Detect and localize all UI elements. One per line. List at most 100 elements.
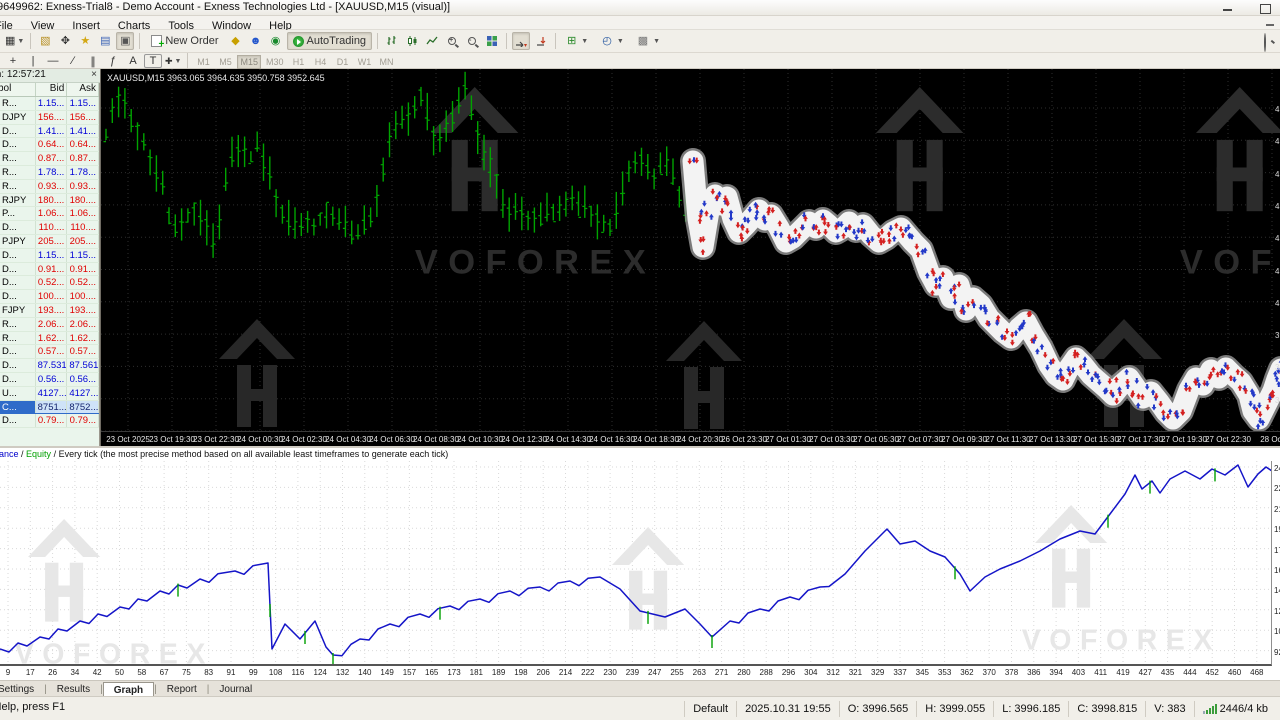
market-watch-row[interactable]: R...1.15...1.15... [0, 97, 99, 111]
periods-button[interactable]: ◴▼ [596, 32, 630, 50]
time-axis-label: 27 Oct 01:30 [765, 435, 811, 444]
fibonacci-button[interactable]: ƒ [104, 54, 122, 68]
timeframe-h1[interactable]: H1 [289, 55, 309, 69]
market-watch-row[interactable]: R...0.87...0.87... [0, 152, 99, 166]
auto-scroll-button[interactable] [512, 32, 530, 50]
market-watch-button[interactable]: ▤ [96, 32, 114, 50]
price-chart-window[interactable]: XAUUSD,M15 3963.065 3964.635 3950.758 39… [100, 69, 1280, 446]
balance-x-label: 9 [6, 668, 10, 677]
tester-tab-report[interactable]: Report [157, 682, 207, 697]
market-watch-row[interactable]: RJPY180....180.... [0, 194, 99, 208]
bar-chart-button[interactable] [383, 32, 401, 50]
vertical-line-button[interactable]: | [24, 54, 42, 68]
time-axis-label: 26 Oct 23:30 [721, 435, 767, 444]
channel-button[interactable]: ∥ [84, 54, 102, 68]
market-watch-row[interactable]: D...1.15...1.15... [0, 249, 99, 263]
price-axis-label: 39 [1275, 363, 1280, 372]
bid-cell: 4127.... [36, 387, 68, 400]
market-watch-row[interactable]: D...0.91...0.91... [0, 263, 99, 277]
candlestick-button[interactable] [403, 32, 421, 50]
balance-x-label: 304 [804, 668, 817, 677]
market-watch-row[interactable]: D...0.64...0.64... [0, 138, 99, 152]
timeframe-m5[interactable]: M5 [215, 55, 235, 69]
profiles-button[interactable]: ▧ [36, 32, 54, 50]
line-chart-button[interactable] [423, 32, 441, 50]
market-watch-row[interactable]: D...0.57...0.57... [0, 345, 99, 359]
price-chart-canvas[interactable]: VOFOREXVOFOREXVOFOREX [101, 69, 1280, 431]
indicators-button[interactable]: ⊞▼ [561, 32, 594, 50]
favorites-button[interactable]: ★ [76, 32, 94, 50]
ask-cell: 1.15... [67, 97, 99, 110]
crosshair-tool-button[interactable]: + [4, 54, 22, 68]
balance-x-label: 468 [1250, 668, 1263, 677]
market-watch-row[interactable]: FJPY193....193.... [0, 304, 99, 318]
timeframe-d1[interactable]: D1 [333, 55, 353, 69]
market-watch-row[interactable]: R...2.06...2.06... [0, 318, 99, 332]
status-bar: For Help, press F1 Default2025.10.31 19:… [0, 696, 1280, 720]
market-watch-row[interactable]: R...1.62...1.62... [0, 332, 99, 346]
zoom-out-button[interactable]: - [463, 32, 481, 50]
minimize-button[interactable] [1212, 2, 1242, 14]
market-watch-row[interactable]: D...110....110.... [0, 221, 99, 235]
search-icon[interactable] [1264, 34, 1266, 52]
timeframe-mn[interactable]: MN [377, 55, 397, 69]
timeframe-m30[interactable]: M30 [263, 55, 287, 69]
timeframe-m15[interactable]: M15 [237, 55, 261, 69]
market-watch-row[interactable]: D...0.52...0.52... [0, 276, 99, 290]
text-button[interactable]: A [124, 54, 142, 68]
market-watch-row[interactable]: DJPY156....156.... [0, 111, 99, 125]
close-icon[interactable]: × [91, 69, 97, 80]
column-symbol[interactable]: Symbol [0, 83, 36, 96]
market-watch-row[interactable]: D...100....100.... [0, 290, 99, 304]
text-label-button[interactable]: T [144, 54, 162, 68]
chart-shift-button[interactable] [532, 32, 550, 50]
data-window-button[interactable]: ▣ [116, 32, 134, 50]
templates-button[interactable]: ▩▼ [632, 32, 666, 50]
balance-x-label: 34 [70, 668, 79, 677]
autotrading-button[interactable]: AutoTrading [287, 32, 373, 50]
market-watch-row[interactable]: C...8751...8752... [0, 401, 99, 415]
timeframe-h4[interactable]: H4 [311, 55, 331, 69]
price-chart-plot[interactable]: XAUUSD,M15 3963.065 3964.635 3950.758 39… [101, 69, 1280, 431]
column-bid[interactable]: Bid [36, 83, 68, 96]
mdi-minimize-icon[interactable] [1266, 21, 1276, 27]
time-axis[interactable]: 23 Oct 202523 Oct 19:3023 Oct 22:3024 Oc… [101, 431, 1280, 446]
horizontal-line-button[interactable]: — [44, 54, 62, 68]
column-ask[interactable]: Ask [67, 83, 99, 96]
market-watch-row[interactable]: P...1.06...1.06... [0, 207, 99, 221]
expert-advisors-button[interactable]: ◆ [227, 32, 245, 50]
balance-graph-plot[interactable]: VOFOREXVOFOREX [0, 461, 1272, 666]
market-watch-row[interactable]: R...1.78...1.78... [0, 166, 99, 180]
legend-separator: / [19, 449, 27, 459]
tester-tab-graph[interactable]: Graph [103, 682, 154, 697]
community-button[interactable]: ☻ [247, 32, 265, 50]
bid-cell: 193.... [36, 304, 68, 317]
new-chart-button[interactable]: ▦▼ [4, 32, 25, 50]
tester-tab-journal[interactable]: Journal [209, 682, 262, 697]
market-watch-row[interactable]: D...87.53187.561 [0, 359, 99, 373]
balance-graph-canvas[interactable]: VOFOREXVOFOREX [0, 461, 1272, 666]
price-axis-label: 4 [1275, 267, 1279, 276]
crosshair-move-button[interactable]: ✥ [56, 32, 74, 50]
market-watch-row[interactable]: PJPY205....205.... [0, 235, 99, 249]
timeframe-m1[interactable]: M1 [193, 55, 213, 69]
market-watch-row[interactable]: D...0.56...0.56... [0, 373, 99, 387]
legend-equity: Equity [26, 449, 51, 459]
market-watch-row[interactable]: D...0.79...0.79... [0, 414, 99, 428]
zoom-in-button[interactable]: + [443, 32, 461, 50]
separator [139, 33, 140, 49]
new-order-button[interactable]: New Order [145, 32, 224, 50]
trendline-button[interactable]: ∕ [64, 54, 82, 68]
tester-tab-settings[interactable]: Settings [0, 682, 44, 697]
maximize-button[interactable] [1250, 2, 1280, 14]
balance-x-label: 337 [893, 668, 906, 677]
market-watch-row[interactable]: D...1.41...1.41... [0, 125, 99, 139]
timeframe-w1[interactable]: W1 [355, 55, 375, 69]
signals-button[interactable]: ◉ [267, 32, 285, 50]
tester-tab-results[interactable]: Results [47, 682, 100, 697]
market-watch-row[interactable]: U...4127....4127.... [0, 387, 99, 401]
market-watch-row[interactable]: R...0.93...0.93... [0, 180, 99, 194]
time-axis-label: 24 Oct 10:30 [457, 435, 503, 444]
tile-windows-button[interactable] [483, 32, 501, 50]
shapes-button[interactable]: ✚▼ [164, 54, 182, 68]
